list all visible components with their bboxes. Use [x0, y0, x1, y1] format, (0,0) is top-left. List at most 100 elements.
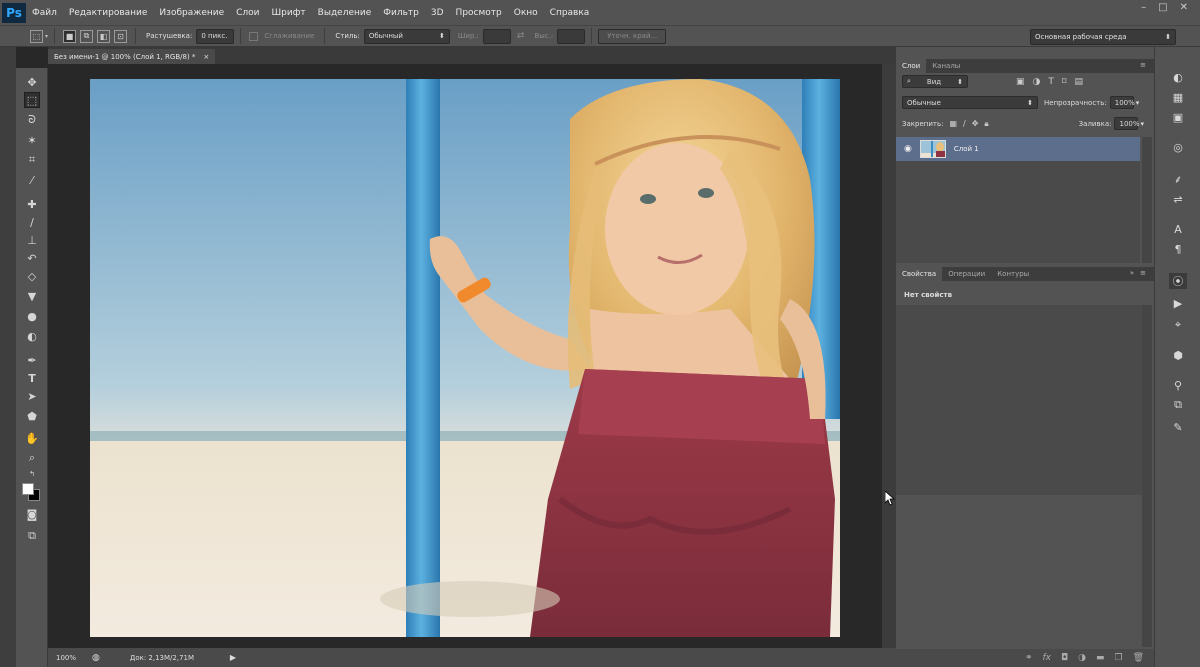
- feather-input[interactable]: 0 пикс.: [196, 28, 235, 44]
- close-icon[interactable]: ×: [203, 53, 209, 61]
- image-filter-icon[interactable]: ▣: [1016, 77, 1025, 87]
- layer-filter-select[interactable]: ⌕ Вид ⬍: [902, 75, 968, 88]
- menu-help[interactable]: Справка: [544, 8, 596, 18]
- style-select[interactable]: Обычный ⬍: [363, 28, 450, 44]
- adjustment-layer-icon[interactable]: ◑: [1078, 653, 1086, 663]
- menu-filter[interactable]: Фильтр: [377, 8, 425, 18]
- lock-image-icon[interactable]: ∕: [963, 119, 966, 129]
- tab-layers[interactable]: Слои: [896, 59, 927, 73]
- brush-icon[interactable]: ∕: [24, 214, 40, 230]
- menu-3d[interactable]: 3D: [425, 8, 450, 18]
- new-selection-icon[interactable]: ■: [63, 29, 77, 43]
- width-input[interactable]: [482, 28, 511, 44]
- adjustment-filter-icon[interactable]: ◑: [1033, 77, 1041, 87]
- add-mask-icon[interactable]: ◘: [1061, 653, 1068, 663]
- fx-icon[interactable]: fx: [1042, 653, 1051, 663]
- layer-name[interactable]: Слой 1: [954, 145, 979, 153]
- tool-preset-picker-icon[interactable]: ⬚: [30, 29, 43, 43]
- lock-position-icon[interactable]: ✥: [972, 119, 979, 129]
- paragraph-panel-icon[interactable]: ¶: [1169, 241, 1187, 257]
- subtract-selection-icon[interactable]: ◧: [97, 29, 111, 43]
- menu-view[interactable]: Просмотр: [450, 8, 508, 18]
- fill-input[interactable]: 100%: [1114, 117, 1140, 130]
- smart-object-filter-icon[interactable]: ▤: [1075, 77, 1084, 87]
- opacity-input[interactable]: 100%: [1109, 96, 1135, 109]
- canvas-scrollbar[interactable]: [882, 64, 896, 648]
- link-layers-icon[interactable]: ⚭: [1025, 653, 1033, 663]
- tab-properties[interactable]: Свойства: [896, 267, 943, 281]
- lock-all-icon[interactable]: 🔒︎: [984, 119, 988, 129]
- panel-collapse-icon[interactable]: »: [1130, 269, 1134, 277]
- character-panel-icon[interactable]: A: [1169, 221, 1187, 237]
- history-brush-icon[interactable]: ↶: [24, 250, 40, 266]
- tab-actions[interactable]: Операции: [942, 267, 991, 281]
- minimize-button[interactable]: –: [1141, 2, 1146, 13]
- swatches-panel-icon[interactable]: ▦: [1169, 89, 1187, 105]
- swap-icon[interactable]: ⇄: [517, 31, 525, 41]
- add-selection-icon[interactable]: ⧉: [80, 29, 94, 43]
- type-icon[interactable]: T: [24, 370, 40, 386]
- eye-icon[interactable]: ◉: [904, 144, 912, 154]
- menu-window[interactable]: Окно: [508, 8, 544, 18]
- brush-presets-icon[interactable]: ⇌: [1169, 191, 1187, 207]
- brush-panel-icon[interactable]: ⸙: [1169, 171, 1187, 187]
- antialias-checkbox[interactable]: [249, 31, 259, 41]
- document-image[interactable]: [90, 79, 840, 637]
- zoom-icon[interactable]: ⌕: [24, 450, 40, 466]
- menu-select[interactable]: Выделение: [312, 8, 378, 18]
- tab-channels[interactable]: Каналы: [926, 59, 966, 73]
- menu-layers[interactable]: Слои: [230, 8, 265, 18]
- type-filter-icon[interactable]: T: [1048, 77, 1054, 87]
- new-layer-icon[interactable]: ❐: [1114, 653, 1122, 663]
- delete-layer-icon[interactable]: 🗑︎: [1133, 653, 1144, 663]
- actions-panel-icon[interactable]: ▶: [1169, 295, 1187, 311]
- menu-type[interactable]: Шрифт: [266, 8, 312, 18]
- shape-icon[interactable]: ⬟: [24, 408, 40, 424]
- layers-scrollbar[interactable]: [1142, 137, 1152, 263]
- chevron-down-icon[interactable]: ▾: [45, 33, 48, 40]
- dodge-icon[interactable]: ◐: [24, 328, 40, 344]
- intersect-selection-icon[interactable]: ⊡: [114, 29, 128, 43]
- hand-icon[interactable]: ✋: [24, 430, 40, 446]
- document-tab[interactable]: Без имени-1 @ 100% (Слой 1, RGB/8) * ×: [48, 49, 216, 64]
- notes-panel-icon[interactable]: ✎: [1169, 419, 1187, 435]
- status-menu-arrow-icon[interactable]: ▶: [230, 653, 236, 662]
- healing-brush-icon[interactable]: ✚: [24, 196, 40, 212]
- foreground-color-swatch[interactable]: [22, 483, 34, 495]
- path-selection-icon[interactable]: ➤: [24, 388, 40, 404]
- paint-bucket-icon[interactable]: ▼: [24, 288, 40, 304]
- magic-wand-icon[interactable]: ✶: [24, 132, 40, 148]
- history-panel-icon[interactable]: ⦿: [1169, 273, 1187, 289]
- paths-panel-icon[interactable]: ⌖: [1169, 317, 1187, 333]
- blur-icon[interactable]: ●: [24, 308, 40, 324]
- 3d-panel-icon[interactable]: ⬢: [1169, 347, 1187, 363]
- new-group-icon[interactable]: ▬: [1096, 653, 1105, 663]
- close-button[interactable]: ✕: [1180, 2, 1188, 13]
- menu-edit[interactable]: Редактирование: [63, 8, 154, 18]
- pen-icon[interactable]: ✒: [24, 352, 40, 368]
- tab-paths[interactable]: Контуры: [991, 267, 1035, 281]
- quick-mask-icon[interactable]: ◙: [24, 506, 40, 522]
- adjustments-panel-icon[interactable]: ◎: [1169, 139, 1187, 155]
- eyedropper-icon[interactable]: ⁄: [24, 172, 40, 188]
- screen-mode-icon[interactable]: ⧉: [24, 528, 40, 544]
- zoom-level[interactable]: 100%: [56, 654, 86, 662]
- crop-icon[interactable]: ⌗: [24, 152, 40, 168]
- chevron-down-icon[interactable]: ▾: [1140, 120, 1144, 128]
- status-icon[interactable]: ◍: [92, 653, 100, 663]
- clone-stamp-icon[interactable]: ⊥: [24, 232, 40, 248]
- panel-menu-icon[interactable]: ≡: [1140, 269, 1146, 277]
- marquee-icon[interactable]: ⬚: [24, 92, 40, 108]
- blend-mode-select[interactable]: Обычные ⬍: [902, 96, 1038, 109]
- lasso-icon[interactable]: ᘐ: [24, 112, 40, 128]
- chevron-down-icon[interactable]: ▾: [1136, 99, 1140, 107]
- height-input[interactable]: [557, 28, 586, 44]
- menu-image[interactable]: Изображение: [153, 8, 230, 18]
- layer-comps-icon[interactable]: ⧉: [1169, 397, 1187, 413]
- menu-file[interactable]: Файл: [26, 8, 63, 18]
- eraser-icon[interactable]: ◇: [24, 268, 40, 284]
- styles-panel-icon[interactable]: ▣: [1169, 109, 1187, 125]
- layer-row[interactable]: ◉ Слой 1: [896, 137, 1140, 161]
- move-icon[interactable]: ✥: [24, 74, 40, 90]
- maximize-button[interactable]: □: [1158, 2, 1167, 13]
